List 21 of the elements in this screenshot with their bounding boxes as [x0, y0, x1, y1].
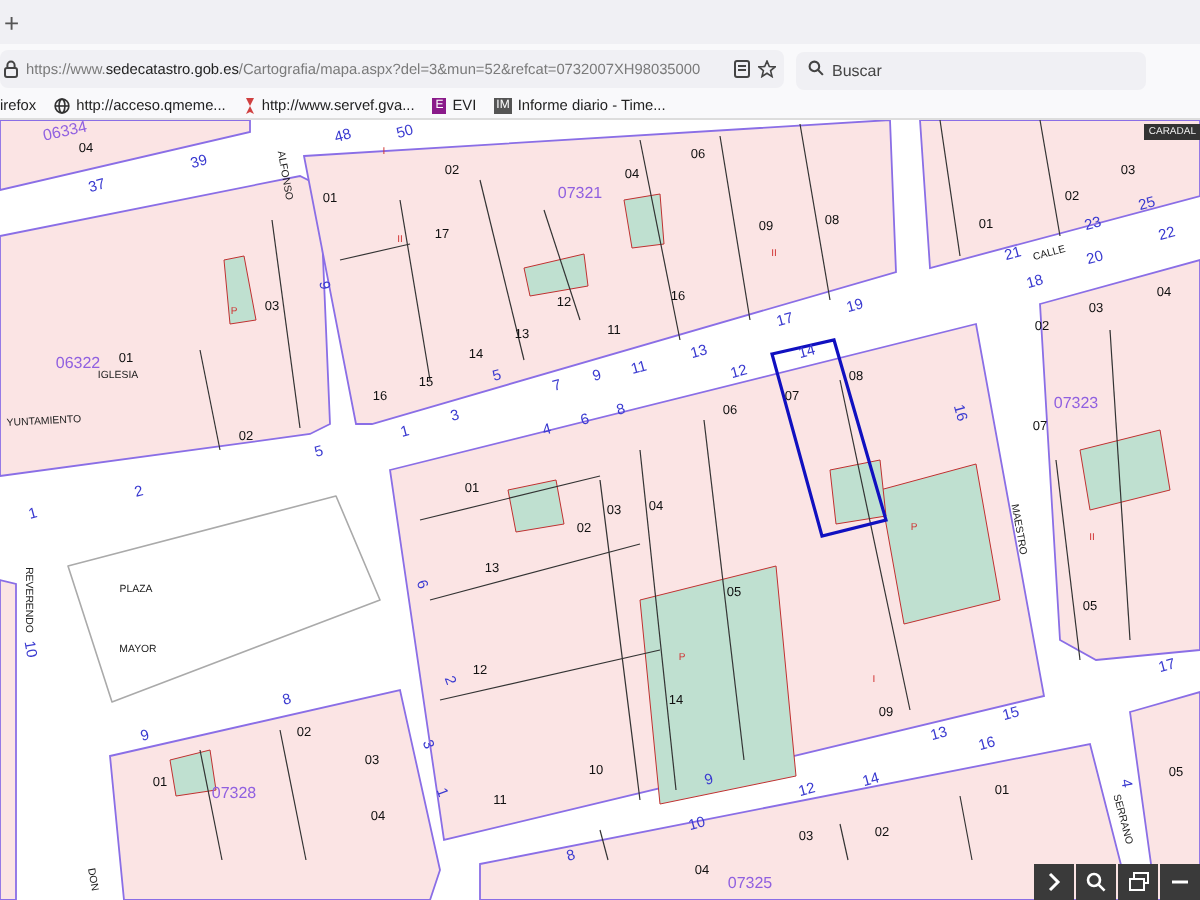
block-code: 07325 [727, 874, 773, 892]
layers-icon [1127, 872, 1149, 892]
chevron-icon [1046, 872, 1062, 892]
star-icon[interactable] [758, 59, 776, 77]
block-code: 07323 [1053, 394, 1099, 412]
zoom-button[interactable] [1160, 864, 1200, 900]
block-code: 07328 [211, 784, 257, 802]
block-code: 07321 [557, 184, 603, 202]
search-icon [808, 60, 824, 76]
search-icon [1086, 872, 1106, 892]
search-button[interactable] [1076, 864, 1116, 900]
search-field[interactable]: Buscar [796, 51, 1146, 89]
ribbon-icon [243, 97, 256, 113]
block-code: 06322 [55, 354, 101, 372]
new-tab-button[interactable]: + [4, 9, 20, 35]
reader-icon[interactable] [734, 59, 750, 77]
block-code: 06334 [41, 120, 89, 145]
layers-button[interactable] [1118, 864, 1158, 900]
next-button[interactable] [1034, 864, 1074, 900]
lock-icon [4, 59, 18, 77]
globe-icon [54, 97, 71, 113]
